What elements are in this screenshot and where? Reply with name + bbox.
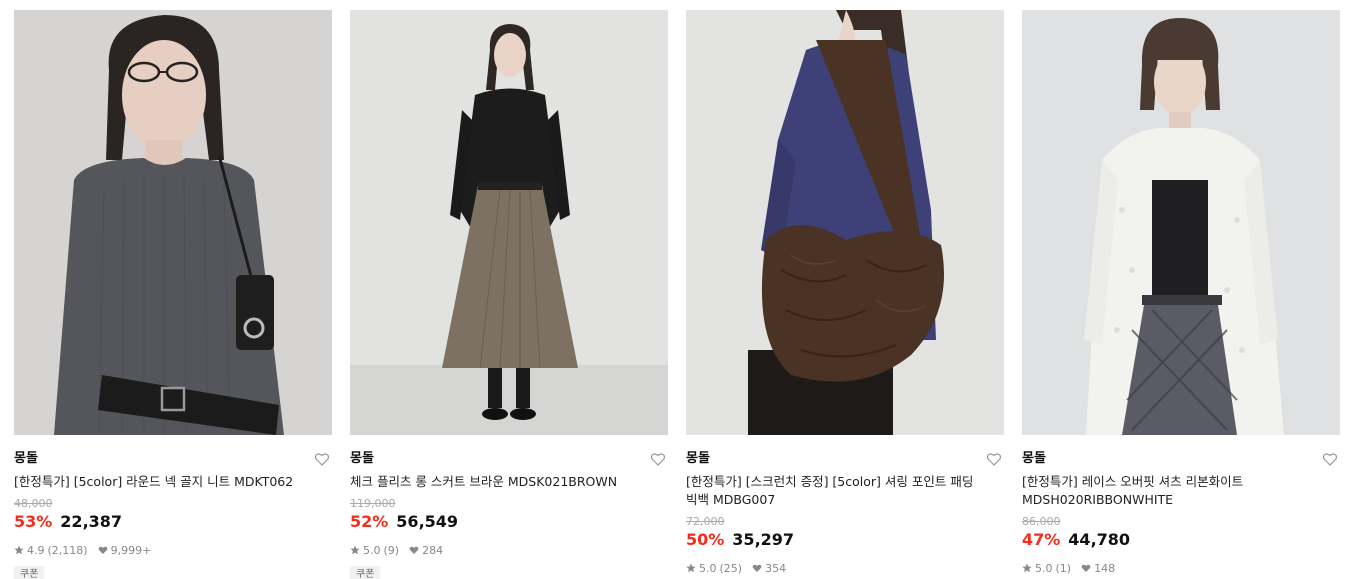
product-meta: 5.0 (25) 354: [686, 561, 1004, 575]
rating-score: 5.0: [363, 543, 381, 557]
coupon-badge: 쿠폰: [14, 566, 45, 579]
discount-rate: 47%: [1022, 530, 1061, 549]
rating-score: 5.0: [699, 561, 717, 575]
original-price: 119,000: [350, 497, 396, 510]
like-count: 354: [765, 561, 787, 575]
product-grid: 몽돌 [한정특가] [5color] 라운드 넥 골지 니트 MDKT062 4…: [0, 0, 1357, 579]
discount-rate: 50%: [686, 530, 725, 549]
product-name[interactable]: 체크 플리츠 롱 스커트 브라운 MDSK021BROWN: [350, 473, 668, 491]
heart-icon[interactable]: [1322, 451, 1338, 467]
sale-price: 44,780: [1068, 530, 1131, 549]
heart-filled-icon: [409, 546, 419, 554]
star-icon: [350, 545, 360, 555]
product-meta: 5.0 (1) 148: [1022, 561, 1340, 575]
product-name[interactable]: [한정특가] 레이스 오버핏 셔츠 리본화이트 MDSH020RIBBONWHI…: [1022, 473, 1340, 509]
heart-icon[interactable]: [986, 451, 1002, 467]
product-image[interactable]: [686, 10, 1004, 435]
coupon-badge: 쿠폰: [350, 566, 381, 579]
sale-price: 56,549: [396, 512, 459, 531]
like-count: 284: [422, 543, 444, 557]
product-image[interactable]: [14, 10, 332, 435]
product-name[interactable]: [한정특가] [5color] 라운드 넥 골지 니트 MDKT062: [14, 473, 332, 491]
product-meta: 4.9 (2,118) 9,999+: [14, 543, 332, 557]
likes: 9,999+: [98, 543, 152, 557]
review-count: (1): [1055, 561, 1072, 575]
discount-rate: 53%: [14, 512, 53, 531]
sale-price: 22,387: [60, 512, 123, 531]
rating: 5.0 (1): [1022, 562, 1071, 575]
product-image[interactable]: [350, 10, 668, 435]
star-icon: [14, 545, 24, 555]
rating-score: 4.9: [27, 543, 45, 557]
rating-score: 5.0: [1035, 561, 1053, 575]
price-row: 47% 44,780: [1022, 530, 1340, 552]
price-row: 50% 35,297: [686, 530, 1004, 552]
likes: 284: [409, 544, 443, 557]
rating: 5.0 (25): [686, 562, 742, 575]
rating: 4.9 (2,118): [14, 544, 88, 557]
brand-name[interactable]: 몽돌: [1022, 451, 1340, 467]
likes: 354: [752, 562, 786, 575]
product-card[interactable]: 몽돌 체크 플리츠 롱 스커트 브라운 MDSK021BROWN 119,000…: [350, 10, 668, 579]
original-price: 48,000: [14, 497, 53, 510]
brand-name[interactable]: 몽돌: [686, 451, 1004, 467]
sale-price: 35,297: [732, 530, 795, 549]
price-row: 53% 22,387: [14, 512, 332, 534]
review-count: (25): [719, 561, 743, 575]
price-row: 52% 56,549: [350, 512, 668, 534]
star-icon: [1022, 563, 1032, 573]
product-card[interactable]: 몽돌 [한정특가] [스크런치 증정] [5color] 셔링 포인트 패딩 빅…: [686, 10, 1004, 579]
brand-name[interactable]: 몽돌: [14, 451, 332, 467]
heart-filled-icon: [1081, 564, 1091, 572]
product-name[interactable]: [한정특가] [스크런치 증정] [5color] 셔링 포인트 패딩 빅백 M…: [686, 473, 1004, 509]
likes: 148: [1081, 562, 1115, 575]
original-price: 86,000: [1022, 515, 1061, 528]
discount-rate: 52%: [350, 512, 389, 531]
like-count: 148: [1094, 561, 1116, 575]
product-image[interactable]: [1022, 10, 1340, 435]
star-icon: [686, 563, 696, 573]
review-count: (9): [383, 543, 400, 557]
product-card[interactable]: 몽돌 [한정특가] [5color] 라운드 넥 골지 니트 MDKT062 4…: [14, 10, 332, 579]
heart-filled-icon: [98, 546, 107, 554]
like-count: 9,999+: [110, 543, 152, 557]
review-count: (2,118): [47, 543, 88, 557]
original-price: 72,000: [686, 515, 725, 528]
heart-icon[interactable]: [650, 451, 666, 467]
heart-icon[interactable]: [314, 451, 330, 467]
heart-filled-icon: [752, 564, 762, 572]
product-meta: 5.0 (9) 284: [350, 543, 668, 557]
rating: 5.0 (9): [350, 544, 399, 557]
product-card[interactable]: 몽돌 [한정특가] 레이스 오버핏 셔츠 리본화이트 MDSH020RIBBON…: [1022, 10, 1340, 579]
brand-name[interactable]: 몽돌: [350, 451, 668, 467]
